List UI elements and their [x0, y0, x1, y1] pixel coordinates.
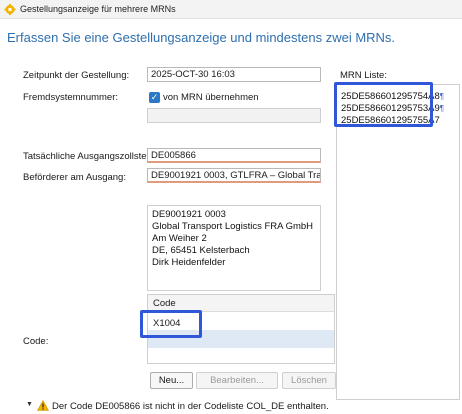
- zeitpunkt-label: Zeitpunkt der Gestellung:: [23, 70, 130, 81]
- edit-button[interactable]: Bearbeiten...: [196, 372, 278, 389]
- befoerderer-label: Beförderer am Ausgang:: [23, 172, 126, 183]
- code-label: Code:: [23, 336, 49, 347]
- zeitpunkt-field[interactable]: 2025-OCT-30 16:03: [147, 67, 321, 82]
- warning-message: Der Code DE005866 ist nicht in der Codel…: [52, 401, 329, 412]
- fremdsystem-field[interactable]: [147, 108, 321, 123]
- befoerderer-field[interactable]: DE9001921 0003, GTLFRA – Global Transpor: [147, 168, 321, 183]
- warning-icon: [37, 400, 49, 411]
- code-column-header[interactable]: Code: [153, 298, 176, 309]
- page-heading: Erfassen Sie eine Gestellungsanzeige und…: [7, 30, 396, 45]
- mrn-list-box[interactable]: [336, 84, 460, 400]
- address-line: Global Transport Logistics FRA GmbH: [152, 221, 314, 232]
- delete-button[interactable]: Löschen: [282, 372, 336, 389]
- window-title: Gestellungsanzeige für mehrere MRNs: [20, 4, 176, 14]
- address-line: Dirk Heidenfelder: [152, 257, 226, 268]
- ausgangszollstelle-label: Tatsächliche Ausgangszollstelle:: [23, 151, 159, 162]
- mrn-list-label: MRN Liste:: [340, 70, 387, 81]
- checkbox-label: von MRN übernehmen: [163, 92, 259, 103]
- ausgangszollstelle-field[interactable]: DE005866: [147, 148, 321, 163]
- mrn-highlight-frame: [334, 82, 433, 127]
- address-line: DE9001921 0003: [152, 209, 226, 220]
- mrn-checkbox[interactable]: ✓: [149, 92, 160, 103]
- code-highlight-frame: [140, 310, 202, 338]
- gear-star-icon: [4, 4, 16, 15]
- address-line: Am Weiher 2: [152, 233, 207, 244]
- new-button[interactable]: Neu...: [150, 372, 193, 389]
- chevron-down-icon[interactable]: ▼: [26, 401, 33, 408]
- fremdsystem-label: Fremdsystemnummer:: [23, 92, 119, 103]
- address-line: DE, 65451 Kelsterbach: [152, 245, 250, 256]
